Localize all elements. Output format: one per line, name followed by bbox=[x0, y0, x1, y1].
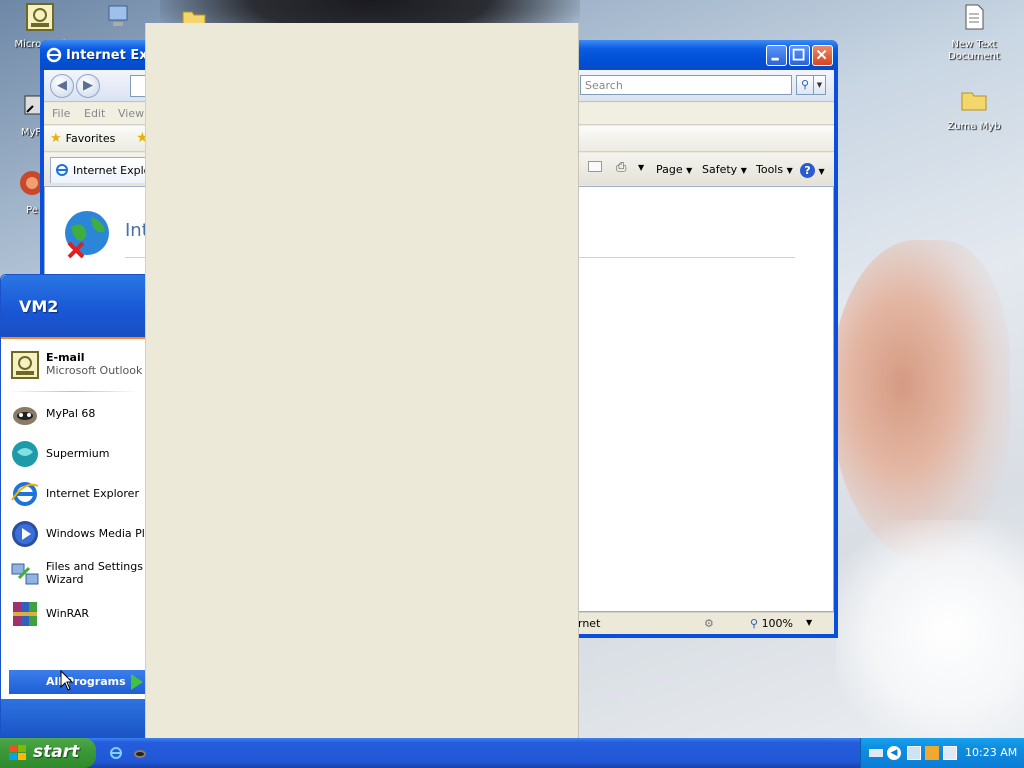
page-menu[interactable]: Page ▼ bbox=[656, 163, 692, 176]
tab-internet-explorer[interactable]: Internet Explor bbox=[50, 157, 160, 183]
forward-button[interactable]: ▶ bbox=[76, 74, 100, 98]
page-menu-label: Page bbox=[656, 163, 683, 176]
wizard-label-line2: Wizard bbox=[46, 573, 84, 586]
quicklaunch-mypal-icon[interactable] bbox=[132, 745, 148, 761]
start-menu-header: VM2 bbox=[1, 275, 145, 339]
menu-view[interactable]: View bbox=[118, 107, 144, 120]
start-menu-footer bbox=[1, 699, 145, 739]
media-player-icon bbox=[12, 521, 38, 547]
winrar-icon bbox=[13, 602, 37, 626]
email-sublabel: Microsoft Outlook bbox=[46, 364, 143, 377]
taskbar: start ◀ 10:23 AM bbox=[0, 738, 1024, 768]
arrow-left-icon[interactable]: ◀ bbox=[887, 746, 901, 760]
start-menu-item-label: MyPal 68 bbox=[46, 407, 96, 420]
wallpaper-warm-region bbox=[830, 240, 1010, 560]
desktop-icon-label: New Text Document bbox=[948, 39, 1000, 62]
menu-file[interactable]: File bbox=[52, 107, 70, 120]
all-programs-button[interactable]: All Programs bbox=[9, 670, 147, 694]
user-name: VM2 bbox=[19, 297, 59, 316]
start-menu-item-email[interactable]: E-mail Microsoft Outlook bbox=[9, 347, 147, 383]
display-icon[interactable] bbox=[943, 746, 957, 760]
winrar-tray-icon[interactable] bbox=[925, 746, 939, 760]
globe-error-icon bbox=[65, 211, 109, 259]
start-menu-item-internet-explorer[interactable]: Internet Explorer bbox=[9, 476, 147, 512]
start-menu-item-mypal[interactable]: MyPal 68 bbox=[9, 396, 147, 432]
minimize-button[interactable] bbox=[766, 45, 787, 66]
zoom-level[interactable]: ⚲ 100% bbox=[750, 617, 793, 630]
tab-label: Internet Explor bbox=[73, 164, 155, 177]
start-label: start bbox=[33, 742, 80, 762]
start-menu-item-label: Internet Explorer bbox=[46, 487, 139, 500]
star-icon: ★ bbox=[50, 131, 62, 146]
menu-edit[interactable]: Edit bbox=[84, 107, 105, 120]
blank-panel bbox=[145, 23, 579, 768]
internet-explorer-icon bbox=[46, 47, 62, 63]
help-icon: ? bbox=[800, 163, 815, 178]
search-button[interactable]: ⚲ bbox=[796, 75, 814, 95]
protected-mode-icon[interactable]: ⚙ bbox=[704, 617, 714, 630]
internet-explorer-icon bbox=[11, 482, 39, 506]
zoom-dropdown[interactable]: ▼ bbox=[806, 618, 812, 627]
wallpaper-fog-region bbox=[836, 520, 1024, 740]
favorites-button[interactable]: ★ Favorites bbox=[50, 131, 115, 146]
minimize-icon bbox=[771, 57, 779, 61]
search-icon: ⚲ bbox=[800, 78, 810, 91]
help-button[interactable]: ? ▼ bbox=[800, 163, 825, 178]
close-button[interactable] bbox=[812, 45, 833, 66]
search-input[interactable]: Search bbox=[580, 75, 792, 95]
network-icon[interactable] bbox=[907, 746, 921, 760]
search-options-dropdown[interactable]: ▼ bbox=[814, 75, 826, 95]
keyboard-icon[interactable] bbox=[869, 749, 883, 757]
arrow-right-icon bbox=[131, 674, 143, 690]
transfer-wizard-icon bbox=[11, 563, 39, 585]
start-menu-item-label: E-mail Microsoft Outlook bbox=[46, 351, 142, 377]
desktop-icon-zuma[interactable]: Zuma Myb bbox=[936, 84, 1012, 133]
maximize-icon bbox=[792, 48, 805, 61]
start-menu-item-media-player[interactable]: Windows Media Playe bbox=[9, 516, 165, 552]
windows-flag-icon bbox=[9, 745, 26, 760]
system-tray: ◀ 10:23 AM bbox=[860, 738, 1024, 768]
tools-menu-label: Tools bbox=[756, 163, 784, 176]
favorites-label: Favorites bbox=[65, 132, 116, 145]
maximize-button[interactable] bbox=[789, 45, 810, 66]
start-menu-item-winrar[interactable]: WinRAR bbox=[9, 596, 147, 632]
supermium-icon bbox=[12, 441, 38, 467]
start-menu-separator bbox=[9, 391, 139, 392]
text-document-icon bbox=[965, 4, 984, 30]
all-programs-label: All Programs bbox=[46, 675, 126, 688]
feeds-icon[interactable] bbox=[588, 161, 602, 172]
desktop-icon-new-text-document[interactable]: New Text Document bbox=[936, 2, 1012, 63]
tools-menu[interactable]: Tools ▼ bbox=[756, 163, 793, 176]
start-menu-item-label: WinRAR bbox=[46, 607, 90, 620]
safety-menu-label: Safety bbox=[702, 163, 738, 176]
desktop-icon-label: Zuma Myb bbox=[947, 121, 1001, 132]
folder-icon bbox=[961, 92, 987, 111]
start-menu-item-label: Supermium bbox=[46, 447, 110, 460]
clock: 10:23 AM bbox=[965, 746, 1018, 759]
start-menu-item-files-settings-wizard[interactable]: Files and Settings Tra Wizard bbox=[9, 556, 163, 592]
start-menu-item-supermium[interactable]: Supermium bbox=[9, 436, 147, 472]
network-computer-icon bbox=[108, 5, 128, 26]
mouse-cursor-icon bbox=[60, 670, 74, 691]
mypal-icon bbox=[13, 407, 37, 425]
email-label: E-mail bbox=[46, 351, 85, 364]
close-icon bbox=[816, 49, 827, 60]
back-button[interactable]: ◀ bbox=[50, 74, 74, 98]
internet-explorer-icon bbox=[56, 164, 68, 176]
print-dropdown[interactable]: ▼ bbox=[638, 163, 644, 172]
zoom-value: 100% bbox=[761, 617, 794, 630]
status-zone-text: rnet bbox=[578, 617, 601, 630]
start-button[interactable]: start bbox=[0, 738, 96, 768]
print-icon[interactable]: ⎙ bbox=[616, 160, 626, 175]
outlook-icon bbox=[11, 351, 39, 379]
quicklaunch-internet-explorer-icon[interactable] bbox=[108, 745, 124, 761]
outlook-icon bbox=[26, 3, 54, 31]
zoom-icon: ⚲ bbox=[750, 617, 759, 630]
safety-menu[interactable]: Safety ▼ bbox=[702, 163, 747, 176]
